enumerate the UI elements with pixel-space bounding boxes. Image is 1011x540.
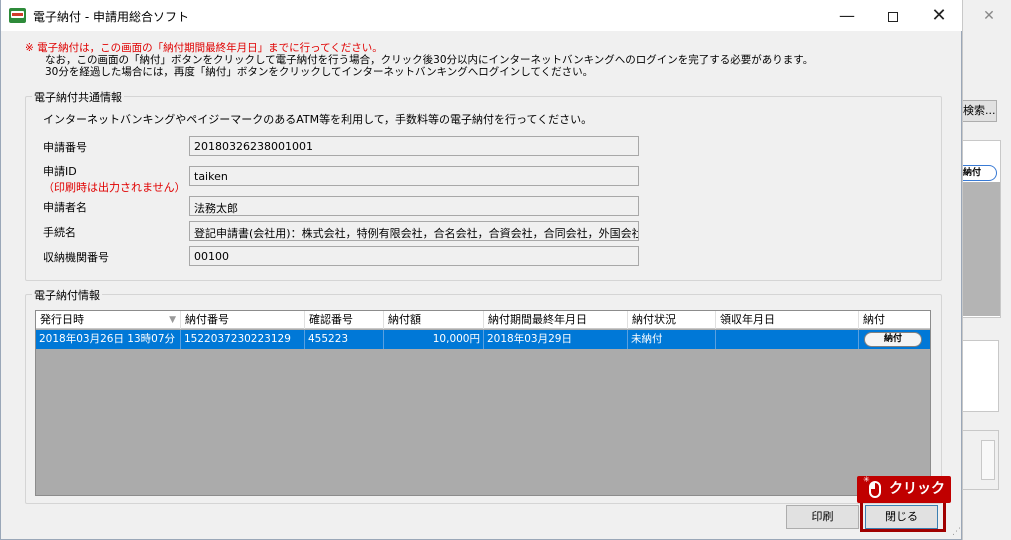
applicant-name-label: 申請者名: [43, 201, 87, 214]
notice-text: ※ 電子納付は，この画面の「納付期間最終年月日」までに行ってください。 なお，こ…: [25, 42, 813, 78]
column-header-amount[interactable]: 納付額: [384, 311, 484, 329]
background-grid: [963, 182, 1000, 316]
cell-deadline: 2018年03月29日: [484, 330, 628, 349]
background-search-button[interactable]: 検索...: [963, 100, 997, 122]
column-header-status[interactable]: 納付状況: [628, 311, 716, 329]
minimize-button[interactable]: —: [824, 0, 870, 31]
mouse-icon: [869, 481, 881, 498]
click-callout: ✳ クリック: [857, 476, 951, 503]
common-info-legend: 電子納付共通情報: [32, 89, 124, 105]
column-header-issued[interactable]: 発行日時 ▼: [36, 311, 181, 329]
collection-agency-number-field[interactable]: 00100: [189, 246, 639, 266]
notice-line-relogin: 30分を経過した場合には，再度「納付」ボタンをクリックしてインターネットバンキン…: [45, 66, 594, 78]
cell-pay: 納付: [859, 330, 930, 349]
click-spark-icon: ✳: [863, 475, 870, 484]
sort-down-icon: ▼: [169, 315, 176, 325]
resize-grip-icon[interactable]: ⋰: [949, 526, 961, 538]
applicant-name-field[interactable]: 法務太郎: [189, 196, 639, 216]
column-header-deadline[interactable]: 納付期間最終年月日: [484, 311, 628, 329]
cell-confirmation-number: 455223: [305, 330, 384, 349]
cell-amount: 10,000円: [384, 330, 484, 349]
notice-line-deadline: ※ 電子納付は，この画面の「納付期間最終年月日」までに行ってください。: [25, 42, 383, 54]
cell-status: 未納付: [628, 330, 716, 349]
grid-header: 発行日時 ▼ 納付番号 確認番号 納付額 納付期間最終年月日 納付状況 領収年月…: [36, 311, 930, 329]
background-window: ✕ 検索... 納付: [962, 0, 1011, 540]
maximize-button[interactable]: [870, 0, 916, 31]
cell-issued: 2018年03月26日 13時07分: [36, 330, 181, 349]
application-id-label-text: 申請ID: [43, 165, 77, 178]
window-title: 電子納付 - 申請用総合ソフト: [33, 10, 189, 24]
table-row[interactable]: 2018年03月26日 13時07分 1522037230223129 4552…: [36, 330, 930, 349]
title-bar[interactable]: 電子納付 - 申請用総合ソフト — ✕: [1, 0, 962, 31]
cell-receipt-date: [716, 330, 859, 349]
background-pay-button[interactable]: 納付: [963, 165, 997, 181]
electronic-payment-window: 電子納付 - 申請用総合ソフト — ✕ ※ 電子納付は，この画面の「納付期間最終…: [0, 0, 962, 540]
background-scrollbar[interactable]: [981, 440, 995, 480]
column-header-issued-label: 発行日時: [40, 313, 84, 326]
application-id-label: 申請ID （印刷時は出力されません）: [43, 163, 186, 195]
procedure-name-field[interactable]: 登記申請書(会社用)：株式会社，特例有限会社，合名会社，合資会社，合同会社，外国…: [189, 221, 639, 241]
application-number-label: 申請番号: [43, 141, 87, 154]
payment-info-legend: 電子納付情報: [32, 287, 102, 303]
column-header-pay[interactable]: 納付: [859, 311, 930, 329]
cell-payment-number: 1522037230223129: [181, 330, 305, 349]
common-info-description: インターネットバンキングやペイジーマークのあるATM等を利用して，手数料等の電子…: [43, 113, 593, 126]
notice-line-30min: なお，この画面の「納付」ボタンをクリックして電子納付を行う場合，クリック後30分…: [45, 54, 814, 66]
close-button-highlight: [860, 500, 946, 532]
pay-button[interactable]: 納付: [864, 332, 922, 347]
application-number-field[interactable]: 20180326238001001: [189, 136, 639, 156]
background-close-icon[interactable]: ✕: [977, 6, 1001, 26]
click-callout-label: クリック: [889, 481, 945, 497]
column-header-receipt-date[interactable]: 領収年月日: [716, 311, 859, 329]
maximize-icon: [888, 11, 898, 22]
procedure-name-label: 手続名: [43, 226, 76, 239]
column-header-payment-number[interactable]: 納付番号: [181, 311, 305, 329]
close-window-button[interactable]: ✕: [916, 0, 962, 31]
application-id-field[interactable]: taiken: [189, 166, 639, 186]
application-id-print-note: （印刷時は出力されません）: [43, 181, 186, 194]
collection-agency-number-label: 収納機関番号: [43, 251, 109, 264]
column-header-confirmation-number[interactable]: 確認番号: [305, 311, 384, 329]
app-icon: [9, 8, 26, 23]
print-button[interactable]: 印刷: [786, 505, 859, 529]
payment-grid[interactable]: 発行日時 ▼ 納付番号 確認番号 納付額 納付期間最終年月日 納付状況 領収年月…: [35, 310, 931, 496]
background-text-box: [963, 340, 999, 412]
